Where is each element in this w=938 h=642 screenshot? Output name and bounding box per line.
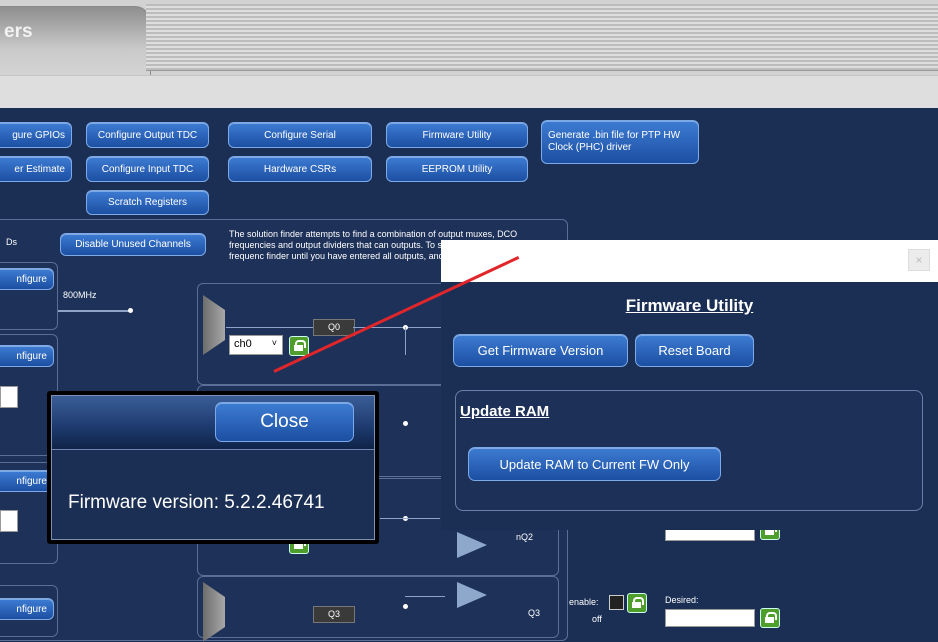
signal-wire: [226, 327, 322, 328]
output-nq2-label: nQ2: [516, 532, 534, 542]
wire-node: [403, 604, 408, 609]
wire-node: [128, 308, 133, 313]
hardware-csrs-button[interactable]: Hardware CSRs: [228, 156, 372, 182]
close-button[interactable]: Close: [215, 402, 354, 442]
configure-input-4-button[interactable]: nfigure: [0, 598, 54, 620]
channel-select[interactable]: ch0 ˅: [229, 335, 283, 355]
tab-strip: [146, 4, 938, 71]
reset-board-button[interactable]: Reset Board: [635, 334, 754, 367]
signal-wire: [380, 518, 440, 519]
power-estimate-button[interactable]: er Estimate: [0, 156, 72, 182]
configure-input-1-button[interactable]: nfigure: [0, 268, 54, 290]
update-ram-button[interactable]: Update RAM to Current FW Only: [468, 447, 721, 481]
desired-frequency-input[interactable]: [665, 609, 755, 627]
dialog-titlebar: ×: [441, 240, 938, 283]
channel-select-value: ch0: [234, 338, 252, 350]
firmware-utility-button[interactable]: Firmware Utility: [386, 122, 528, 148]
get-firmware-version-button[interactable]: Get Firmware Version: [453, 334, 628, 367]
configure-serial-button[interactable]: Configure Serial: [228, 122, 372, 148]
popup-frame: Close Firmware version: 5.2.2.46741: [51, 395, 375, 540]
update-ram-panel: Update RAM Update RAM to Current FW Only: [455, 390, 923, 511]
firmware-version-popup: Close Firmware version: 5.2.2.46741: [47, 391, 379, 544]
lock-icon[interactable]: [289, 336, 309, 356]
enable-label: enable:: [569, 597, 599, 607]
configure-input-3-button[interactable]: nfigure: [0, 470, 54, 492]
scratch-registers-button[interactable]: Scratch Registers: [86, 190, 209, 215]
window-chrome: ers: [0, 0, 938, 77]
inputs-label: Ds: [6, 237, 17, 247]
configure-output-tdc-button[interactable]: Configure Output TDC: [86, 122, 209, 148]
update-ram-heading: Update RAM: [460, 403, 550, 420]
firmware-version-text: Firmware version: 5.2.2.46741: [68, 492, 325, 513]
toolbar-strip: [0, 75, 938, 109]
disable-unused-channels-button[interactable]: Disable Unused Channels: [60, 233, 206, 256]
app-tab-label: ers: [4, 21, 33, 42]
configure-gpios-button[interactable]: gure GPIOs: [0, 122, 72, 148]
output-group-4: [197, 576, 559, 638]
frequency-label: 800MHz: [63, 290, 97, 300]
enable-checkbox[interactable]: [609, 595, 624, 610]
input-2-field[interactable]: [0, 386, 18, 408]
wire-node: [403, 421, 408, 426]
app-tab[interactable]: ers: [0, 6, 151, 77]
dialog-title: Firmware Utility: [625, 296, 754, 315]
lock-icon[interactable]: [760, 608, 780, 628]
input-3-field[interactable]: [0, 510, 18, 532]
close-icon[interactable]: ×: [908, 249, 930, 271]
configure-input-tdc-button[interactable]: Configure Input TDC: [86, 156, 209, 182]
signal-wire: [405, 327, 406, 355]
signal-wire: [405, 596, 445, 597]
firmware-utility-dialog: × Firmware Utility Get Firmware Version …: [441, 240, 938, 530]
generate-bin-button[interactable]: Generate .bin file for PTP HW Clock (PHC…: [541, 120, 699, 164]
chevron-down-icon: ˅: [271, 338, 277, 348]
desired-label: Desired:: [665, 595, 699, 605]
signal-wire: [58, 310, 130, 312]
lock-icon[interactable]: [627, 593, 647, 613]
output-q3-label: Q3: [528, 608, 541, 618]
eeprom-utility-button[interactable]: EEPROM Utility: [386, 156, 528, 182]
dialog-body: Firmware Utility Get Firmware Version Re…: [441, 282, 938, 530]
configure-input-2-button[interactable]: nfigure: [0, 345, 54, 367]
output-q0-box: Q0: [313, 319, 355, 336]
popup-header: Close: [52, 396, 374, 450]
output-q3-box: Q3: [313, 606, 355, 623]
